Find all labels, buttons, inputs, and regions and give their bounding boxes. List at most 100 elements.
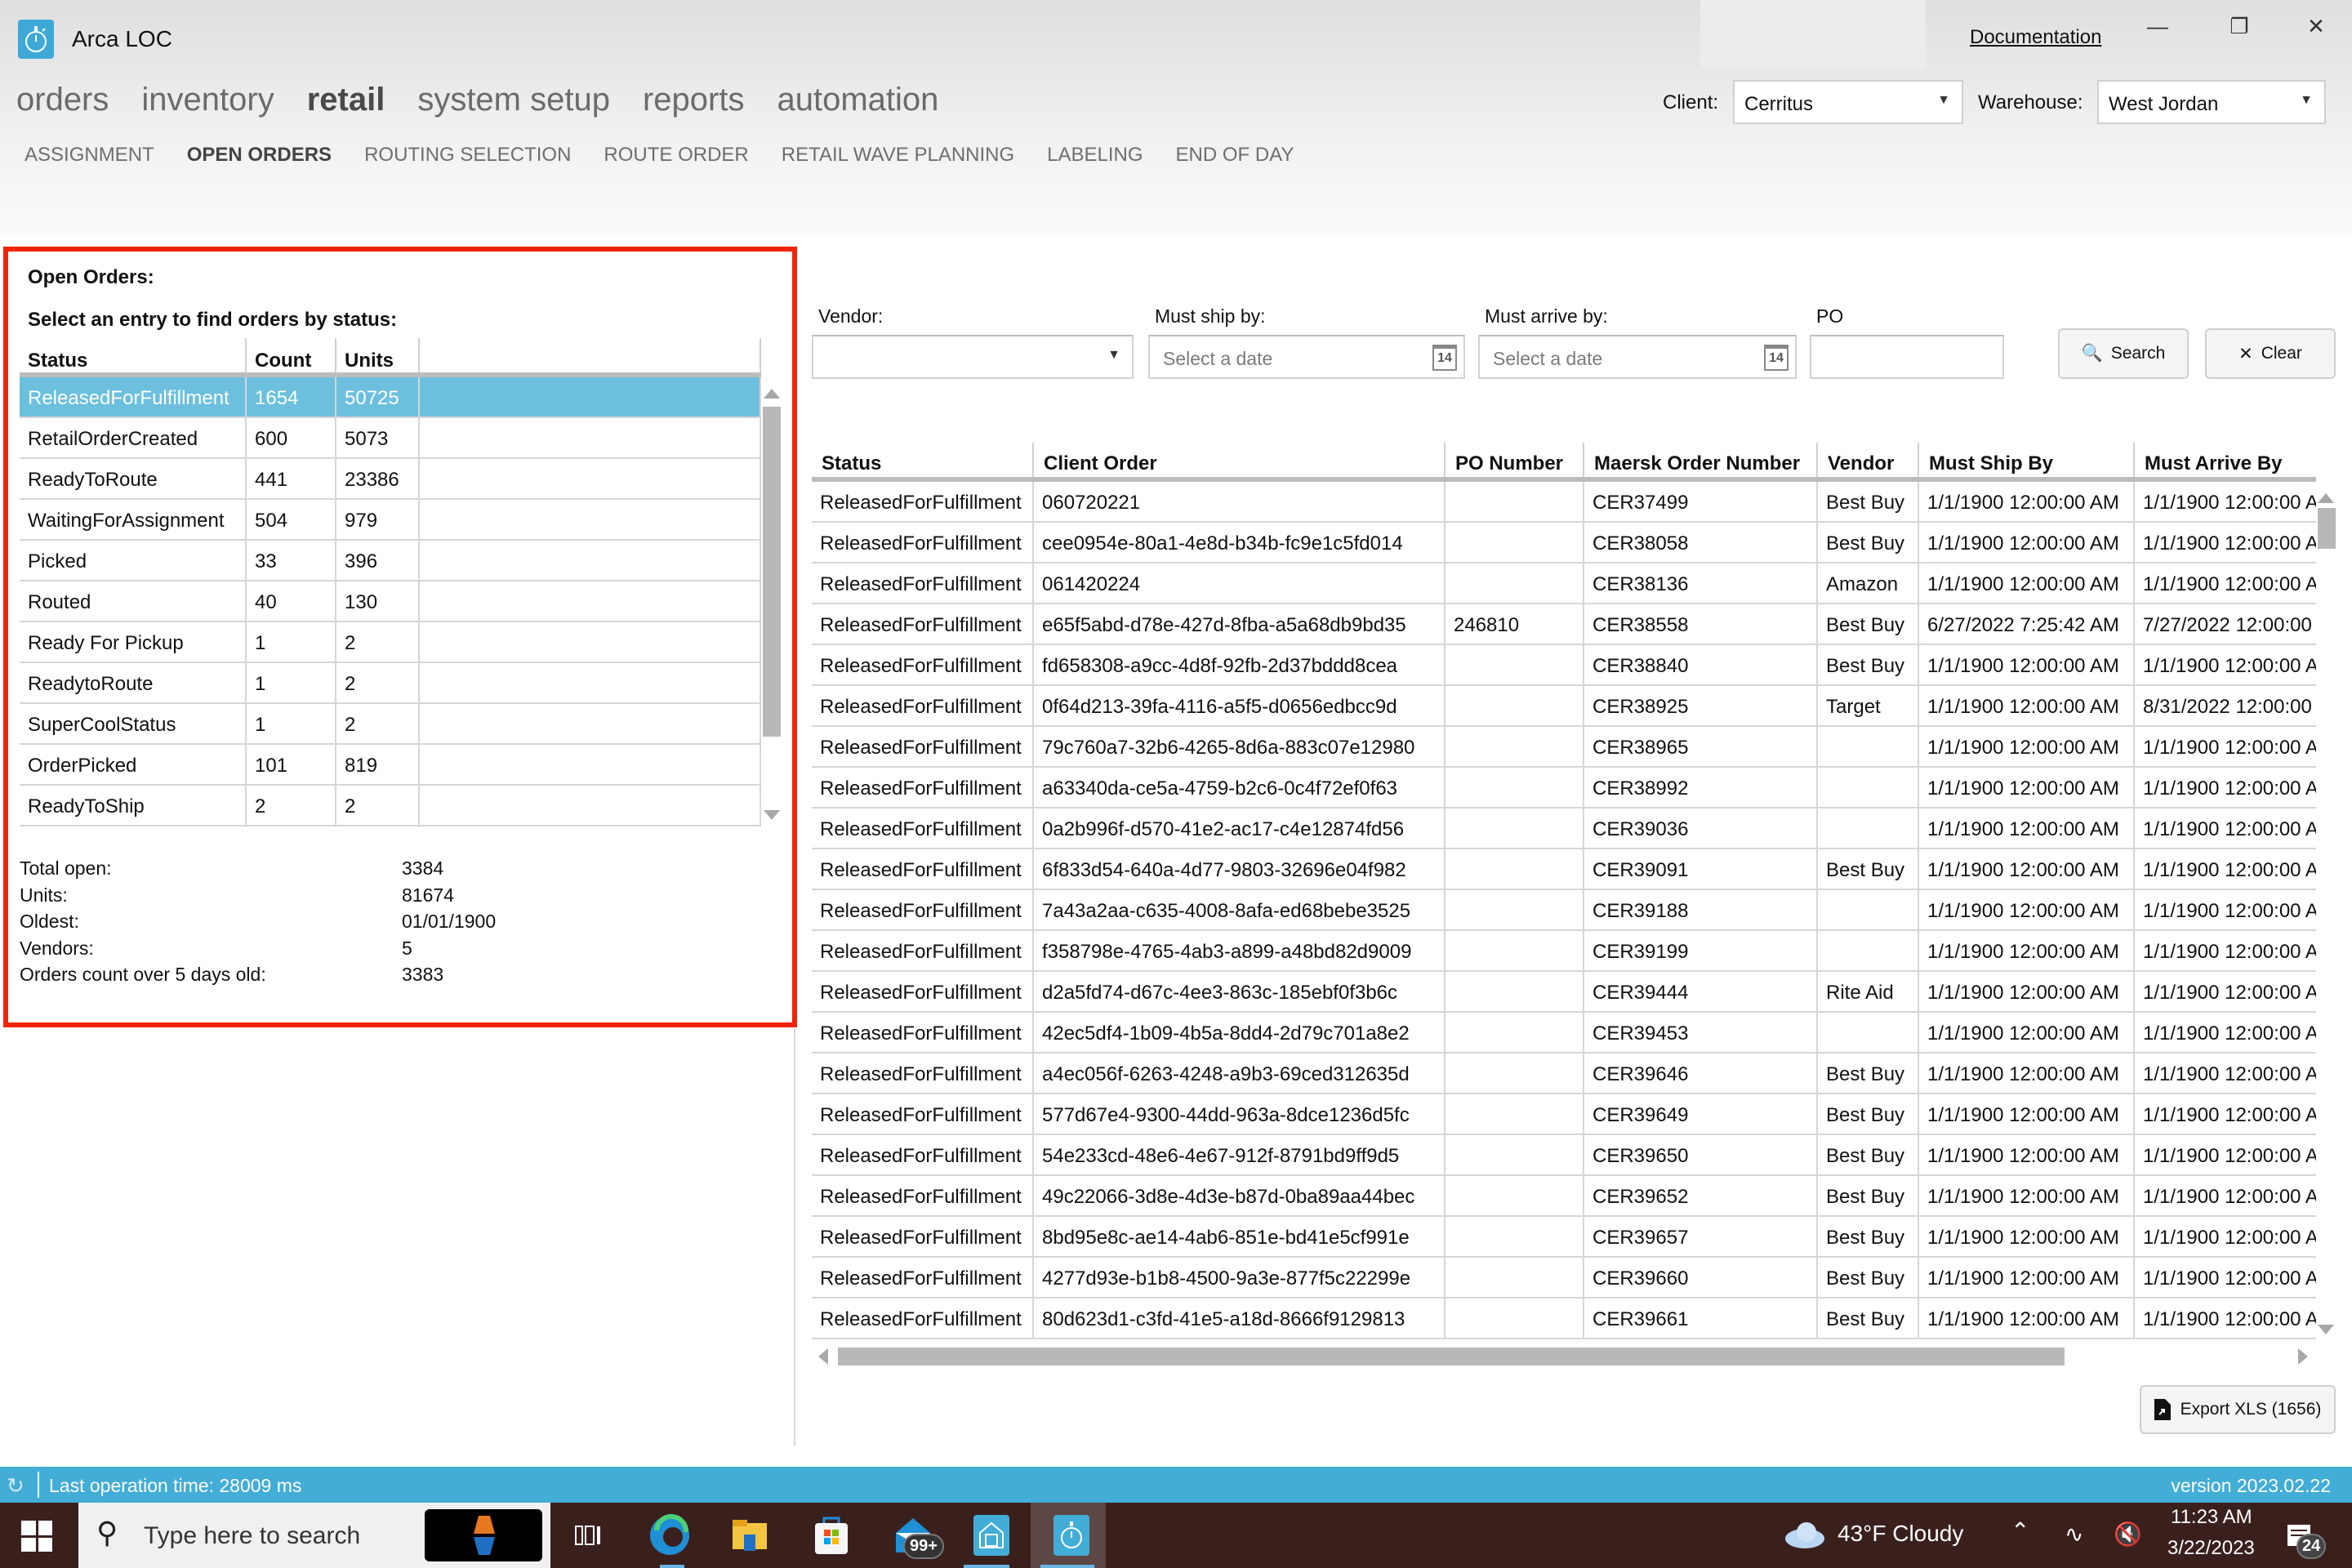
minimize-icon[interactable]: — bbox=[2133, 8, 2182, 44]
vendor-select[interactable]: ▼ bbox=[812, 335, 1134, 379]
column-header-units[interactable]: Units bbox=[336, 338, 420, 372]
status-grid-scrollbar[interactable] bbox=[761, 382, 782, 823]
order-row[interactable]: ReleasedForFulfillment 54e233cd-48e6-4e67… bbox=[812, 1135, 2316, 1176]
restore-icon[interactable]: ❐ bbox=[2215, 8, 2264, 44]
tab-routing-selection[interactable]: ROUTING SELECTION bbox=[364, 144, 571, 167]
status-row[interactable]: Routed 40 130 bbox=[20, 581, 761, 622]
column-header-po-number[interactable]: PO Number bbox=[1446, 443, 1584, 477]
notifications-icon[interactable]: 24 bbox=[2278, 1512, 2327, 1559]
close-icon[interactable]: ✕ bbox=[2292, 8, 2341, 44]
column-header-count[interactable]: Count bbox=[247, 338, 336, 372]
edge-browser-icon[interactable] bbox=[647, 1512, 693, 1558]
status-row[interactable]: WaitingForAssignment 504 979 bbox=[20, 500, 761, 541]
clear-button[interactable]: ✕ Clear bbox=[2205, 328, 2336, 379]
order-row[interactable]: ReleasedForFulfillment 6f833d54-640a-4d77… bbox=[812, 849, 2316, 890]
cloud-weather-icon[interactable] bbox=[1780, 1512, 1829, 1558]
tab-open-orders[interactable]: OPEN ORDERS bbox=[187, 144, 332, 167]
nav-system-setup[interactable]: system setup bbox=[417, 82, 610, 118]
weather-text[interactable]: 43°F Cloudy bbox=[1838, 1521, 1963, 1547]
order-row[interactable]: ReleasedForFulfillment fd658308-a9cc-4d8f… bbox=[812, 645, 2316, 686]
order-row[interactable]: ReleasedForFulfillment a4ec056f-6263-4248… bbox=[812, 1054, 2316, 1094]
order-row[interactable]: ReleasedForFulfillment e65f5abd-d78e-427d… bbox=[812, 604, 2316, 645]
scroll-up-icon[interactable] bbox=[2318, 493, 2334, 503]
scroll-thumb[interactable] bbox=[763, 407, 781, 737]
scroll-up-icon[interactable] bbox=[764, 389, 780, 399]
taskbar-search[interactable]: ⚲ Type here to search bbox=[78, 1503, 550, 1568]
calendar-icon[interactable]: 14 bbox=[1432, 345, 1457, 371]
nav-retail[interactable]: retail bbox=[307, 82, 385, 118]
scroll-thumb[interactable] bbox=[838, 1348, 2065, 1365]
column-header-status[interactable]: Status bbox=[20, 338, 247, 372]
status-row[interactable]: OrderPicked 101 819 bbox=[20, 745, 761, 786]
order-row[interactable]: ReleasedForFulfillment 79c760a7-32b6-4265… bbox=[812, 727, 2316, 768]
status-row[interactable]: ReleasedForFulfillment 1654 50725 bbox=[20, 377, 761, 418]
windows-start-icon[interactable] bbox=[21, 1521, 52, 1552]
nav-orders[interactable]: orders bbox=[16, 82, 109, 118]
file-explorer-icon[interactable] bbox=[727, 1512, 773, 1558]
column-header-vendor[interactable]: Vendor bbox=[1818, 443, 1919, 477]
order-row[interactable]: ReleasedForFulfillment 8bd95e8c-ae14-4ab6… bbox=[812, 1217, 2316, 1258]
speaker-muted-icon[interactable]: 🔇 bbox=[2114, 1521, 2142, 1548]
column-header-must-arrive-by[interactable]: Must Arrive By bbox=[2135, 443, 2316, 477]
status-row[interactable]: SuperCoolStatus 1 2 bbox=[20, 704, 761, 745]
refresh-icon[interactable]: ↻ bbox=[7, 1473, 24, 1499]
warehouse-select[interactable]: West Jordan ▼ bbox=[2097, 80, 2326, 124]
order-row[interactable]: ReleasedForFulfillment 80d623d1-c3fd-41e5… bbox=[812, 1298, 2316, 1339]
calendar-icon[interactable]: 14 bbox=[1764, 345, 1788, 371]
documentation-link[interactable]: Documentation bbox=[1970, 26, 2101, 49]
orders-grid-vertical-scrollbar[interactable] bbox=[2316, 490, 2336, 1339]
tab-end-of-day[interactable]: END OF DAY bbox=[1176, 144, 1294, 167]
order-row[interactable]: ReleasedForFulfillment 060720221 CER37499 B… bbox=[812, 482, 2316, 523]
scroll-down-icon[interactable] bbox=[2318, 1325, 2334, 1334]
column-header-must-ship-by[interactable]: Must Ship By bbox=[1919, 443, 2135, 477]
order-row[interactable]: ReleasedForFulfillment d2a5fd74-d67c-4ee3… bbox=[812, 972, 2316, 1013]
tab-route-order[interactable]: ROUTE ORDER bbox=[604, 144, 748, 167]
export-xls-button[interactable]: Export XLS (1656) bbox=[2140, 1385, 2336, 1434]
clock-date[interactable]: 3/22/2023 bbox=[2167, 1537, 2255, 1560]
status-row[interactable]: Picked 33 396 bbox=[20, 541, 761, 581]
nav-inventory[interactable]: inventory bbox=[141, 82, 274, 118]
search-button[interactable]: 🔍 Search bbox=[2058, 328, 2189, 379]
arca-loc-app-icon[interactable] bbox=[1049, 1512, 1094, 1558]
order-row[interactable]: ReleasedForFulfillment 061420224 CER38136 A… bbox=[812, 564, 2316, 604]
must-ship-date-input[interactable]: Select a date 14 bbox=[1148, 335, 1465, 379]
tab-assignment[interactable]: ASSIGNMENT bbox=[24, 144, 154, 167]
status-row[interactable]: ReadyToShip 2 2 bbox=[20, 786, 761, 826]
scroll-down-icon[interactable] bbox=[764, 810, 780, 820]
column-header-maersk-order-number[interactable]: Maersk Order Number bbox=[1584, 443, 1818, 477]
scroll-right-icon[interactable] bbox=[2298, 1348, 2308, 1365]
tab-labeling[interactable]: LABELING bbox=[1047, 144, 1143, 167]
nav-automation[interactable]: automation bbox=[777, 82, 938, 118]
order-row[interactable]: ReleasedForFulfillment 4277d93e-b1b8-4500… bbox=[812, 1258, 2316, 1298]
order-row[interactable]: ReleasedForFulfillment 42ec5df4-1b09-4b5a… bbox=[812, 1013, 2316, 1054]
nav-reports[interactable]: reports bbox=[643, 82, 745, 118]
order-row[interactable]: ReleasedForFulfillment cee0954e-80a1-4e8d… bbox=[812, 523, 2316, 564]
orders-grid-horizontal-scrollbar[interactable] bbox=[812, 1346, 2316, 1367]
order-row[interactable]: ReleasedForFulfillment a63340da-ce5a-4759… bbox=[812, 768, 2316, 808]
status-row[interactable]: ReadyToRoute 441 23386 bbox=[20, 459, 761, 500]
status-row[interactable]: Ready For Pickup 1 2 bbox=[20, 622, 761, 663]
task-view-icon[interactable] bbox=[565, 1512, 611, 1558]
status-row[interactable]: ReadytoRoute 1 2 bbox=[20, 663, 761, 704]
order-row[interactable]: ReleasedForFulfillment 0a2b996f-d570-41e2… bbox=[812, 808, 2316, 849]
order-row[interactable]: ReleasedForFulfillment 577d67e4-9300-44dd… bbox=[812, 1094, 2316, 1135]
chevron-up-icon[interactable]: ⌃ bbox=[2011, 1517, 2029, 1544]
scroll-left-icon[interactable] bbox=[818, 1348, 828, 1365]
column-header-client-order[interactable]: Client Order bbox=[1034, 443, 1446, 477]
client-select[interactable]: Cerritus ▼ bbox=[1733, 80, 1963, 124]
order-row[interactable]: ReleasedForFulfillment f358798e-4765-4ab3… bbox=[812, 931, 2316, 972]
column-header-status[interactable]: Status bbox=[812, 443, 1034, 477]
tab-retail-wave-planning[interactable]: RETAIL WAVE PLANNING bbox=[782, 144, 1014, 167]
po-input[interactable] bbox=[1810, 335, 2004, 379]
clock-time[interactable]: 11:23 AM bbox=[2171, 1506, 2252, 1529]
wifi-icon[interactable]: ∿ bbox=[2065, 1521, 2083, 1548]
order-row[interactable]: ReleasedForFulfillment 49c22066-3d8e-4d3e… bbox=[812, 1176, 2316, 1217]
status-row[interactable]: RetailOrderCreated 600 5073 bbox=[20, 418, 761, 459]
order-row[interactable]: ReleasedForFulfillment 7a43a2aa-c635-4008… bbox=[812, 890, 2316, 931]
search-highlight-icon[interactable] bbox=[425, 1509, 542, 1561]
warehouse-app-icon[interactable] bbox=[969, 1512, 1014, 1558]
order-row[interactable]: ReleasedForFulfillment 0f64d213-39fa-4116… bbox=[812, 686, 2316, 727]
microsoft-store-icon[interactable] bbox=[808, 1512, 854, 1558]
scroll-thumb[interactable] bbox=[2318, 508, 2336, 549]
must-arrive-date-input[interactable]: Select a date 14 bbox=[1478, 335, 1797, 379]
